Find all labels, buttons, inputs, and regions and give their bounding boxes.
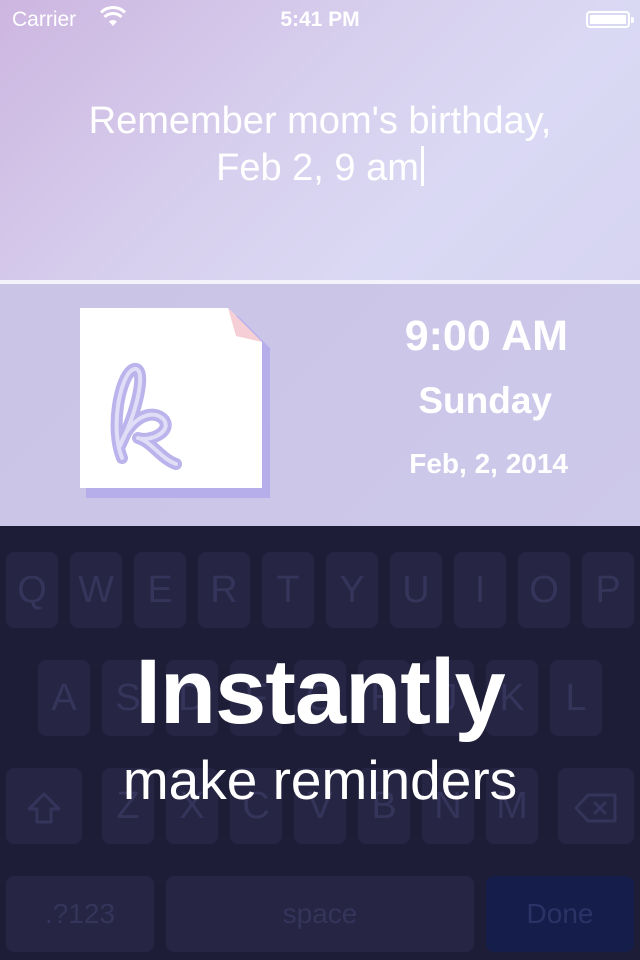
key-t[interactable]: T	[262, 552, 314, 628]
reminder-date: Feb, 2, 2014	[409, 448, 568, 479]
key-u[interactable]: U	[390, 552, 442, 628]
status-bar: Carrier 5:41 PM	[0, 0, 640, 40]
key-i[interactable]: I	[454, 552, 506, 628]
app-logo-icon	[80, 308, 270, 498]
key-p[interactable]: P	[582, 552, 634, 628]
reminder-text-line2-wrap: Feb 2, 9 am	[40, 145, 600, 192]
battery-icon	[586, 11, 634, 28]
caption-title: Instantly	[135, 641, 505, 743]
space-key[interactable]: space	[166, 876, 474, 952]
reminder-text-line2: Feb 2, 9 am	[216, 147, 419, 189]
reminder-time: 9:00 AM	[404, 312, 568, 360]
key-y[interactable]: Y	[326, 552, 378, 628]
battery-tip	[631, 17, 634, 23]
reminder-day: Sunday	[418, 380, 552, 421]
text-caret	[420, 146, 424, 186]
key-r[interactable]: R	[198, 552, 250, 628]
reminder-input[interactable]: Remember mom's birthday, Feb 2, 9 am	[0, 40, 640, 280]
key-e[interactable]: E	[134, 552, 186, 628]
status-time: 5:41 PM	[280, 8, 360, 31]
done-key[interactable]: Done	[486, 876, 634, 952]
key-w[interactable]: W	[70, 552, 122, 628]
reminder-text[interactable]: Remember mom's birthday, Feb 2, 9 am	[40, 98, 600, 192]
key-o[interactable]: O	[518, 552, 570, 628]
battery-fill	[590, 15, 626, 24]
reminder-preview-card: 9:00 AM Sunday Feb, 2, 2014	[0, 284, 640, 526]
reminder-text-line1: Remember mom's birthday,	[88, 100, 552, 142]
caption-subtitle: make reminders	[122, 749, 518, 811]
key-q[interactable]: Q	[6, 552, 58, 628]
numbers-key[interactable]: .?123	[6, 876, 154, 952]
